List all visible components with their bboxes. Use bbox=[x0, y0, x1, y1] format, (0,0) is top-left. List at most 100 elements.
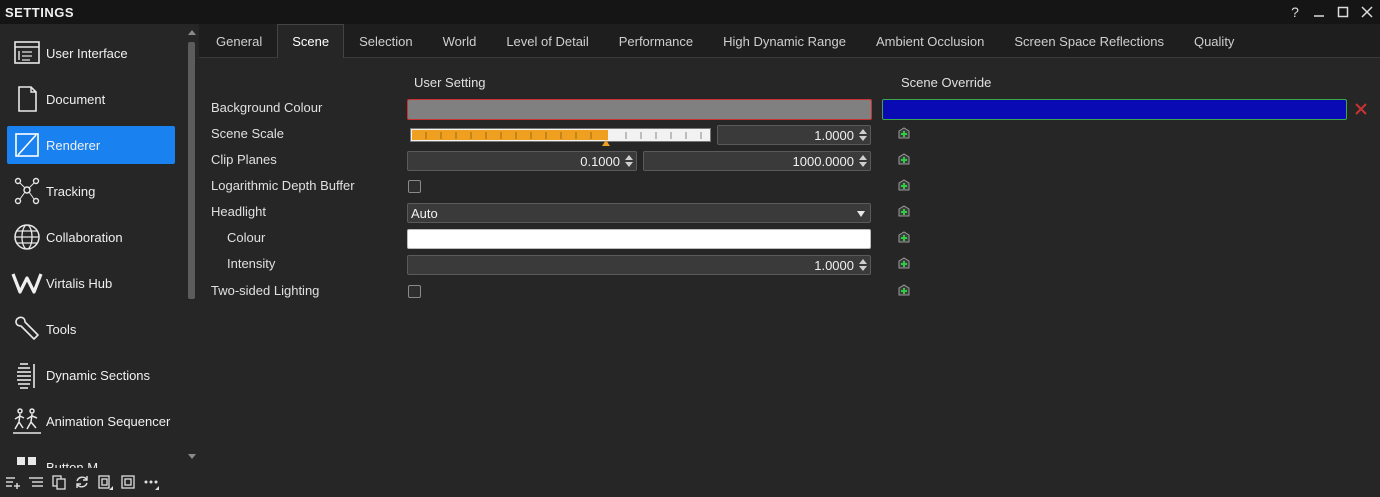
sidebar: User Interface Document Renderer Trackin… bbox=[0, 24, 199, 497]
tab-scene[interactable]: Scene bbox=[277, 24, 345, 58]
add-override-icon[interactable] bbox=[897, 230, 911, 244]
sidebar-item-tools[interactable]: Tools bbox=[7, 310, 175, 348]
add-override-icon[interactable] bbox=[897, 126, 911, 140]
minimize-icon[interactable] bbox=[1312, 5, 1326, 19]
refresh-icon[interactable] bbox=[73, 473, 91, 491]
tab-high-dynamic-range[interactable]: High Dynamic Range bbox=[708, 24, 861, 57]
clip-near-value: 0.1000 bbox=[580, 153, 620, 169]
headlight-colour-label: Colour bbox=[227, 230, 266, 245]
scene-scale-label: Scene Scale bbox=[211, 126, 284, 141]
headlight-intensity-spinbox[interactable]: 1.0000 bbox=[407, 255, 871, 275]
sidebar-item-animation-sequencer[interactable]: Animation Sequencer bbox=[7, 402, 175, 440]
sidebar-list: User Interface Document Renderer Trackin… bbox=[0, 28, 186, 468]
tab-screen-space-reflections[interactable]: Screen Space Reflections bbox=[999, 24, 1179, 57]
headlight-dropdown[interactable]: Auto bbox=[407, 203, 871, 223]
sidebar-item-tracking[interactable]: Tracking bbox=[7, 172, 175, 210]
window-title: SETTINGS bbox=[5, 4, 75, 20]
headlight-intensity-label: Intensity bbox=[227, 256, 276, 271]
close-icon[interactable] bbox=[1360, 5, 1374, 19]
sidebar-item-label: User Interface bbox=[46, 45, 128, 61]
virtalis-hub-icon bbox=[9, 265, 45, 301]
two-sided-lighting-checkbox[interactable] bbox=[408, 285, 421, 298]
spin-arrows-icon[interactable] bbox=[859, 155, 867, 167]
globe-icon bbox=[9, 219, 45, 255]
tab-level-of-detail[interactable]: Level of Detail bbox=[491, 24, 603, 57]
maximize-icon[interactable] bbox=[1336, 5, 1350, 19]
sidebar-item-document[interactable]: Document bbox=[7, 80, 175, 118]
scene-settings-panel: User Setting Scene Override Background C… bbox=[199, 58, 1380, 497]
scrollbar-thumb[interactable] bbox=[188, 42, 195, 299]
background-colour-user-swatch[interactable] bbox=[407, 99, 872, 120]
spin-arrows-icon[interactable] bbox=[859, 129, 867, 141]
scene-scale-slider[interactable] bbox=[410, 128, 711, 142]
scene-scale-value: 1.0000 bbox=[814, 127, 854, 143]
sidebar-item-label: Dynamic Sections bbox=[46, 367, 151, 383]
background-colour-label: Background Colour bbox=[211, 100, 323, 115]
copy-icon[interactable] bbox=[50, 473, 68, 491]
slider-handle[interactable] bbox=[602, 140, 610, 146]
scene-override-header: Scene Override bbox=[901, 75, 992, 90]
scene-scale-spinbox[interactable]: 1.0000 bbox=[717, 125, 871, 145]
chevron-down-icon bbox=[857, 211, 865, 217]
sidebar-item-dynamic-sections[interactable]: Dynamic Sections bbox=[7, 356, 175, 394]
user-interface-icon bbox=[9, 35, 45, 71]
tab-selection[interactable]: Selection bbox=[344, 24, 427, 57]
frame-icon[interactable] bbox=[119, 473, 137, 491]
user-setting-header: User Setting bbox=[414, 75, 486, 90]
tab-performance[interactable]: Performance bbox=[604, 24, 708, 57]
add-override-icon[interactable] bbox=[897, 283, 911, 297]
more-icon[interactable] bbox=[142, 473, 160, 491]
add-item-icon[interactable] bbox=[4, 473, 22, 491]
headlight-intensity-value: 1.0000 bbox=[814, 257, 854, 273]
document-icon bbox=[9, 81, 45, 117]
sidebar-item-virtalis-hub[interactable]: Virtalis Hub bbox=[7, 264, 175, 302]
sidebar-item-label: Virtalis Hub bbox=[46, 275, 113, 291]
spin-arrows-icon[interactable] bbox=[625, 155, 633, 167]
tracking-icon bbox=[9, 173, 45, 209]
sidebar-item-label: Renderer bbox=[46, 137, 101, 153]
sidebar-item-label: Tracking bbox=[46, 183, 96, 199]
settings-tabs: General Scene Selection World Level of D… bbox=[199, 24, 1380, 58]
dynamic-sections-icon bbox=[9, 357, 45, 393]
sidebar-toolbar bbox=[4, 472, 160, 492]
clip-far-value: 1000.0000 bbox=[792, 153, 854, 169]
tab-quality[interactable]: Quality bbox=[1179, 24, 1249, 57]
scroll-down-icon[interactable] bbox=[188, 454, 196, 459]
sidebar-item-label: Button M bbox=[46, 459, 99, 469]
log-depth-checkbox[interactable] bbox=[408, 180, 421, 193]
headlight-value: Auto bbox=[411, 205, 438, 221]
button-mapping-icon bbox=[9, 449, 45, 468]
log-depth-label: Logarithmic Depth Buffer bbox=[211, 178, 355, 193]
sidebar-item-button-mapping[interactable]: Button M bbox=[7, 448, 175, 468]
headlight-colour-swatch[interactable] bbox=[407, 229, 871, 249]
scroll-up-icon[interactable] bbox=[188, 30, 196, 35]
clear-override-icon[interactable] bbox=[1354, 102, 1368, 116]
sidebar-item-renderer[interactable]: Renderer bbox=[7, 126, 175, 164]
sidebar-item-label: Tools bbox=[46, 321, 77, 337]
two-sided-lighting-label: Two-sided Lighting bbox=[211, 283, 320, 298]
sidebar-item-label: Collaboration bbox=[46, 229, 123, 245]
headlight-label: Headlight bbox=[211, 204, 266, 219]
add-override-icon[interactable] bbox=[897, 204, 911, 218]
tab-general[interactable]: General bbox=[201, 24, 277, 57]
background-colour-override-swatch[interactable] bbox=[882, 99, 1347, 120]
add-override-icon[interactable] bbox=[897, 256, 911, 270]
sidebar-item-user-interface[interactable]: User Interface bbox=[7, 34, 175, 72]
sidebar-item-collaboration[interactable]: Collaboration bbox=[7, 218, 175, 256]
window-controls: ? bbox=[1288, 0, 1374, 24]
spin-arrows-icon[interactable] bbox=[859, 259, 867, 271]
add-override-icon[interactable] bbox=[897, 178, 911, 192]
add-list-icon[interactable] bbox=[27, 473, 45, 491]
tab-ambient-occlusion[interactable]: Ambient Occlusion bbox=[861, 24, 999, 57]
copy-page-icon[interactable] bbox=[96, 473, 114, 491]
sidebar-scrollbar[interactable] bbox=[187, 28, 196, 463]
clip-far-spinbox[interactable]: 1000.0000 bbox=[643, 151, 871, 171]
wrench-icon bbox=[9, 311, 45, 347]
clip-planes-label: Clip Planes bbox=[211, 152, 277, 167]
sidebar-item-label: Animation Sequencer bbox=[46, 413, 171, 429]
clip-near-spinbox[interactable]: 0.1000 bbox=[407, 151, 637, 171]
animation-sequencer-icon bbox=[9, 403, 45, 439]
add-override-icon[interactable] bbox=[897, 152, 911, 166]
tab-world[interactable]: World bbox=[428, 24, 492, 57]
help-icon[interactable]: ? bbox=[1288, 5, 1302, 19]
